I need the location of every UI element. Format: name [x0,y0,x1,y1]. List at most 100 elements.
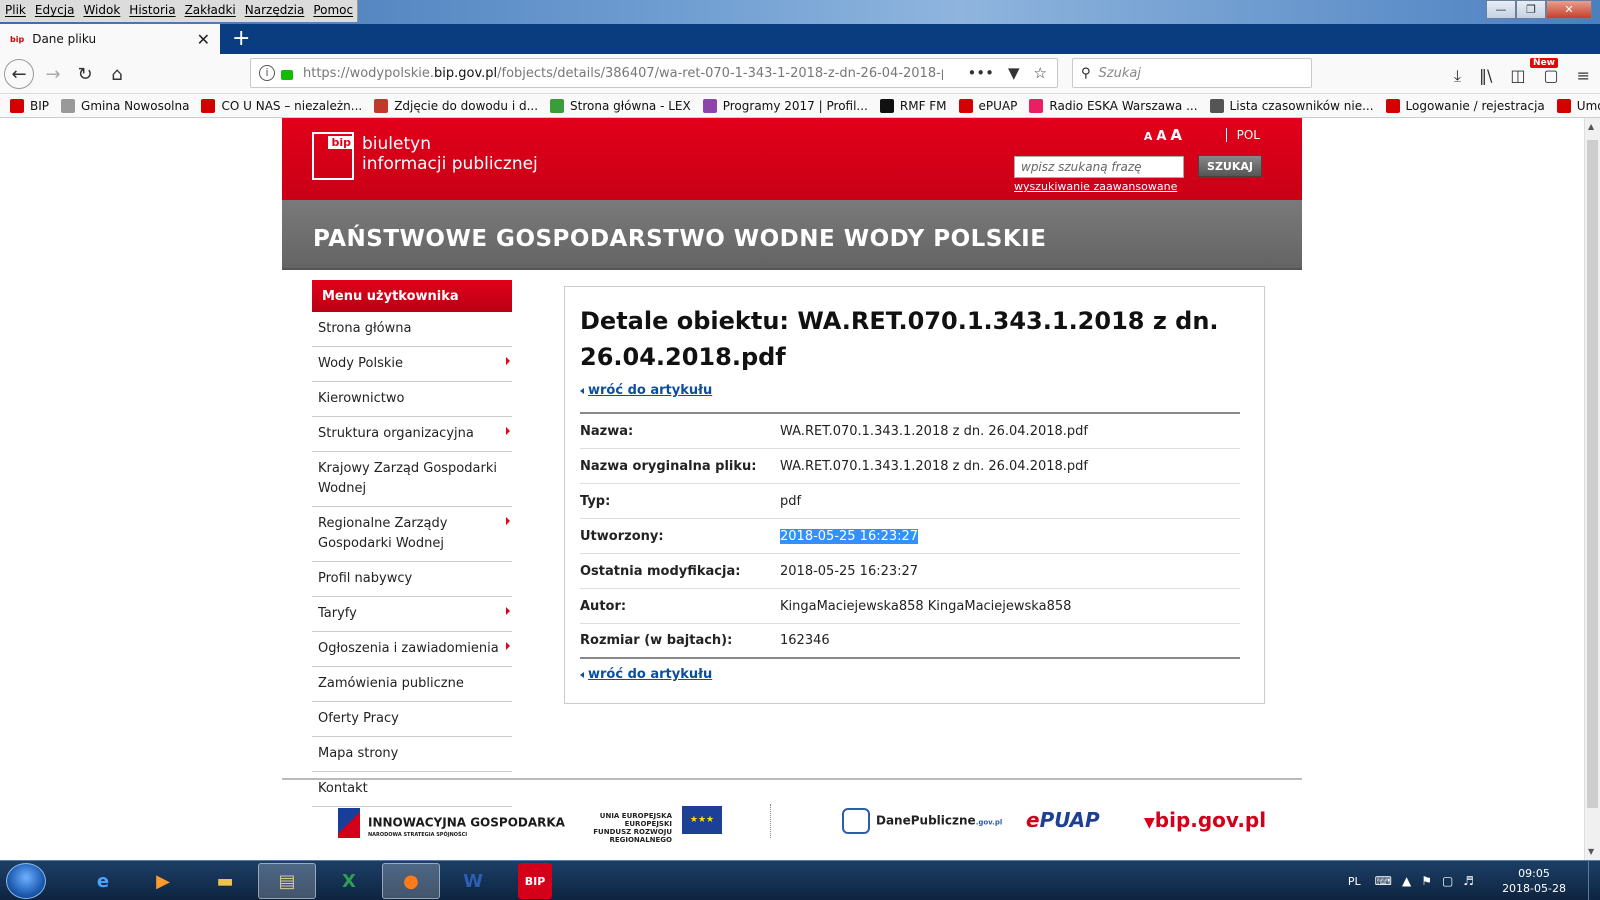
word-taskbar-icon[interactable]: W [444,863,502,899]
menu-widok[interactable]: Widok [78,0,124,22]
excel-taskbar-icon[interactable]: X [320,863,378,899]
epuap-logo[interactable]: ePUAP [1026,808,1100,832]
sidebar-item[interactable]: Strona główna [312,312,512,347]
cards-taskbar-icon[interactable]: ▤ [258,863,316,899]
back-to-article-link-bottom[interactable]: wróć do artykułu [580,667,1249,682]
forward-button[interactable]: → [38,59,68,89]
bookmark-item[interactable]: Lista czasowników nie... [1209,98,1374,113]
back-to-article-link[interactable]: wróć do artykułu [580,383,1249,398]
sidebar-item[interactable]: Wody Polskie [312,347,512,382]
bookmark-label: RMF FM [899,98,947,113]
minimize-button[interactable]: — [1486,0,1516,19]
sidebar-item[interactable]: Zamówienia publiczne [312,667,512,702]
tab-dane-pliku[interactable]: bip Dane pliku ✕ [0,24,220,54]
bookmark-item[interactable]: Logowanie / rejestracja [1385,98,1545,113]
footer-logos: INNOWACYJNA GOSPODARKA NARODOWA STRATEGIA… [282,794,1302,844]
tab-bar: bip Dane pliku ✕ + [0,24,1600,54]
font-size-switcher: AAA [1140,126,1182,144]
sidebar-item[interactable]: Kierownictwo [312,382,512,417]
detail-key: Typ: [580,493,611,509]
window-titlebar: Plik Edycja Widok Historia Zakładki Narz… [0,0,1600,24]
bip-taskbar-icon[interactable]: BIP [518,863,552,899]
new-tab-button[interactable]: + [232,26,250,51]
back-button[interactable]: ← [4,59,34,89]
bip-site: bip biuletyn informacji publicznej AAA P… [282,118,1302,270]
menu-zakladki[interactable]: Zakładki [180,0,240,22]
menu-narzedzia[interactable]: Narzędzia [240,0,309,22]
font-size-medium[interactable]: A [1156,129,1166,144]
sidebar-item[interactable]: Oferty Pracy [312,702,512,737]
explorer-taskbar-icon[interactable]: ▬ [196,863,254,899]
dane-publiczne-icon [842,808,870,834]
bookmark-item[interactable]: Programy 2017 | Profil... [702,98,868,113]
scroll-down-icon[interactable]: ▼ [1588,847,1594,856]
sidebar-item-label: Oferty Pracy [318,711,399,726]
font-size-large[interactable]: A [1170,126,1182,144]
sidebar-item-label: Taryfy [318,606,357,621]
hamburger-menu-icon[interactable]: ≡ [1577,66,1590,86]
bookmark-item[interactable]: Strona główna - LEX [550,98,691,113]
address-bar[interactable]: i https://wodypolskie.bip.gov.pl/fobject… [250,58,1058,88]
pocket-icon[interactable]: ▼ [1008,64,1020,82]
bookmark-label: Radio ESKA Warszawa ... [1049,98,1198,113]
bookmark-item[interactable]: CO U NAS – niezależn... [201,98,362,113]
sidebar-item-label: Zamówienia publiczne [318,676,464,691]
menu-plik[interactable]: Plik [0,0,30,22]
scroll-up-icon[interactable]: ▲ [1588,122,1594,131]
menu-edycja[interactable]: Edycja [30,0,79,22]
bip-gov-logo[interactable]: ▼bip.gov.pl [1144,808,1266,832]
innowacyjna-gospodarka-logo[interactable]: INNOWACYJNA GOSPODARKA NARODOWA STRATEGIA… [338,808,565,838]
bookmark-item[interactable]: Umowy Cywilnopraw... [1556,98,1600,113]
downloads-icon[interactable]: ⤓ [1454,66,1461,86]
whats-new-icon[interactable]: ▢ [1543,66,1558,86]
bookmark-item[interactable]: ePUAP [958,98,1017,113]
language-switch[interactable]: POL [1225,128,1260,142]
restore-button[interactable]: ❐ [1516,0,1546,19]
bookmark-item[interactable]: BIP [10,98,49,113]
sidebar-item[interactable]: Mapa strony [312,737,512,772]
bookmark-label: Strona główna - LEX [570,98,691,113]
detail-value: pdf [780,493,802,509]
show-desktop-button[interactable] [1588,861,1600,900]
page-actions-icon[interactable]: ••• [967,64,994,82]
tray-icons[interactable]: ⌨▲⚑▢♬ [1375,874,1484,888]
bookmark-label: Zdjęcie do dowodu i d... [394,98,539,113]
scrollbar-thumb[interactable] [1587,140,1598,808]
start-button[interactable] [6,863,46,899]
page-scrollbar[interactable]: ▲ ▼ [1584,118,1600,860]
close-tab-icon[interactable]: ✕ [197,30,210,49]
site-search-button[interactable]: SZUKAJ [1198,155,1262,177]
firefox-taskbar-icon[interactable]: ● [382,863,440,899]
bookmark-item[interactable]: Gmina Nowosolna [61,98,189,113]
reload-button[interactable]: ↻ [70,59,100,89]
language-indicator[interactable]: PL [1348,875,1361,888]
sidebar-item[interactable]: Krajowy Zarząd Gospodarki Wodnej [312,452,512,507]
bip-logo[interactable]: bip biuletyn informacji publicznej [312,132,538,180]
media-player-taskbar-icon[interactable]: ▶ [134,863,192,899]
sidebar-item[interactable]: Regionalne Zarządy Gospodarki Wodnej [312,507,512,562]
photo-icon [374,98,389,113]
browser-search-input[interactable]: ⚲ Szukaj [1072,58,1312,88]
ie-taskbar-icon[interactable]: e [74,863,132,899]
clock[interactable]: 09:05 2018-05-28 [1502,866,1566,896]
sidebar-icon[interactable]: ◫ [1510,66,1525,86]
bookmark-item[interactable]: RMF FM [879,98,947,113]
close-window-button[interactable]: ✕ [1546,0,1592,19]
site-search-input[interactable]: wpisz szukaną frazę [1014,156,1184,178]
menu-historia[interactable]: Historia [124,0,179,22]
sidebar-item[interactable]: Taryfy [312,597,512,632]
library-icon[interactable]: ‖\ [1479,66,1492,86]
bookmark-item[interactable]: Zdjęcie do dowodu i d... [374,98,539,113]
dane-publiczne-logo[interactable]: DanePubliczne.gov.pl [842,808,1002,834]
sidebar-item[interactable]: Profil nabywcy [312,562,512,597]
info-icon[interactable]: i [259,65,275,81]
bookmark-star-icon[interactable]: ☆ [1034,64,1047,82]
sidebar-item[interactable]: Struktura organizacyjna [312,417,512,452]
menu-pomoc[interactable]: Pomoc [308,0,357,22]
url-text[interactable]: https://wodypolskie.bip.gov.pl/fobjects/… [303,66,943,81]
home-button[interactable]: ⌂ [102,59,132,89]
sidebar-item[interactable]: Ogłoszenia i zawiadomienia [312,632,512,667]
bookmark-item[interactable]: Radio ESKA Warszawa ... [1029,98,1198,113]
font-size-small[interactable]: A [1144,130,1153,143]
advanced-search-link[interactable]: wyszukiwanie zaawansowane [1014,180,1177,193]
